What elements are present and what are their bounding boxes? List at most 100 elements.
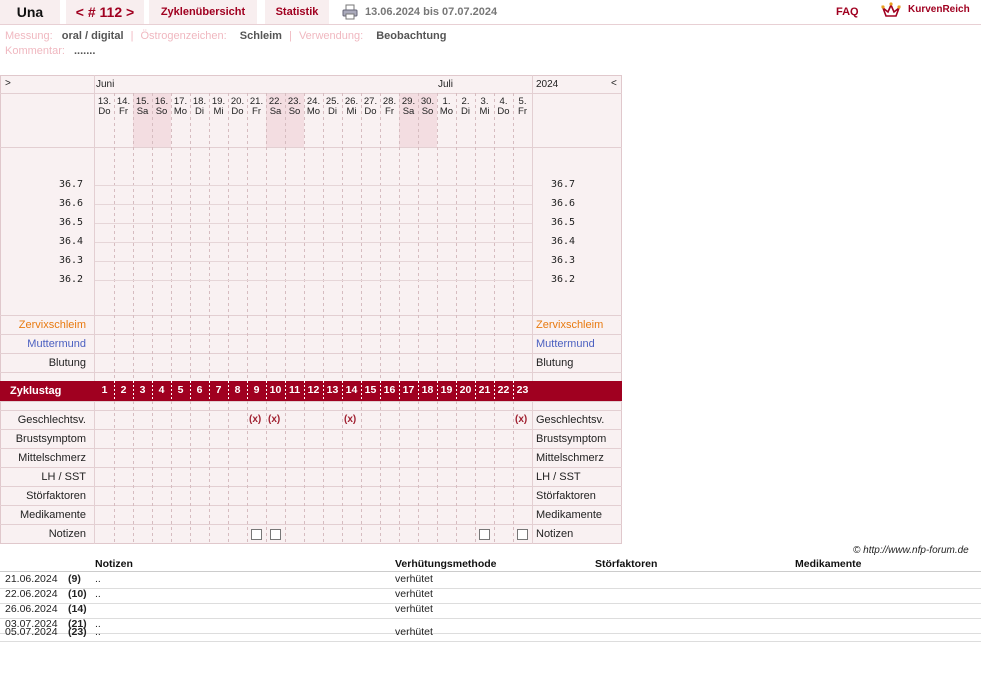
zyklustag-number: 11 [288,384,301,396]
day-weekday: Di [195,106,204,117]
zyklustag-number: 5 [177,384,184,396]
zyklustag-number: 23 [516,384,529,396]
zyklustag-number: 12 [307,384,320,396]
temperature-label-right: 36.7 [551,179,576,190]
day-weekday: Mo [439,106,454,117]
day-weekday: Fr [119,106,128,117]
zyklustag-number: 3 [139,384,146,396]
messung-label: Messung: [5,30,53,42]
temperature-label-left: 36.4 [59,236,84,247]
cycle-navigator[interactable]: < # 112 > [66,0,144,24]
note-icon[interactable] [517,529,528,540]
printer-icon[interactable] [342,4,358,20]
row-label-muttermund: Muttermund [27,338,86,350]
row-cycle-day: (9) [68,573,81,585]
zyklustag-number: 8 [234,384,241,396]
zyklustag-number: 20 [459,384,472,396]
col-header-notizen: Notizen [95,558,133,570]
day-weekday: Mi [213,106,224,117]
day-weekday: Mi [346,106,357,117]
zyklustag-number: 19 [440,384,453,396]
row-cycle-day: (14) [68,603,87,615]
zyklustag-number: 9 [253,384,260,396]
logo-text: KurvenReich [908,4,970,15]
tab-zyklenuebersicht[interactable]: Zyklenübersicht [149,0,257,24]
year-label: 2024 [536,79,559,90]
day-weekday: So [155,106,168,117]
day-weekday: Do [497,106,510,117]
row-date: 22.06.2024 [5,588,58,600]
user-name: Una [0,0,60,24]
chart-grid-lines [0,75,622,544]
zyklustag-number: 15 [364,384,377,396]
day-weekday: Sa [269,106,282,117]
messung-value: oral / digital [61,30,124,42]
day-weekday: Fr [518,106,527,117]
row-label-bottom: Medikamente [19,509,86,521]
day-weekday: Mo [306,106,321,117]
nav-next-button[interactable]: < [611,78,617,89]
copyright-text: © http://www.nfp-forum.de [853,545,969,556]
day-weekday: So [288,106,301,117]
zyklustag-number: 1 [101,384,108,396]
zyklustag-label: Zyklustag [10,385,62,397]
day-weekday: Sa [136,106,149,117]
col-header-verhuetung: Verhütungsmethode [395,558,497,570]
verwendung-value: Beobachtung [376,30,447,42]
intercourse-mark[interactable]: (x) [344,414,356,425]
tab-statistik[interactable]: Statistik [265,0,329,24]
row-label-blutung: Blutung [48,357,86,369]
separator: | [130,30,134,42]
row-label-bottom-right: Geschlechtsv. [536,414,605,426]
top-bar: Una < # 112 > Zyklenübersicht Statistik … [0,0,981,25]
oestrogen-value: Schleim [239,30,282,42]
temperature-label-left: 36.7 [59,179,84,190]
note-icon[interactable] [270,529,281,540]
row-method: verhütet [395,588,433,600]
temperature-label-right: 36.2 [551,274,576,285]
row-label-bottom: Notizen [48,528,86,540]
note-icon[interactable] [479,529,490,540]
row-label-right-zervixschleim: Zervixschleim [536,319,604,331]
row-label-bottom: Störfaktoren [26,490,86,502]
zyklustag-number: 13 [326,384,339,396]
temperature-label-left: 36.3 [59,255,84,266]
row-date: 05.07.2024 [5,626,58,638]
day-weekday: Mo [173,106,188,117]
day-weekday: Sa [402,106,415,117]
row-label-bottom-right: LH / SST [536,471,581,483]
row-note: .. [95,588,101,600]
col-header-stoerfaktoren: Störfaktoren [595,558,658,570]
row-label-bottom: LH / SST [41,471,86,483]
row-label-bottom-right: Mittelschmerz [536,452,604,464]
kurvenreich-logo[interactable]: KurvenReich [880,2,980,20]
kommentar-label: Kommentar: [5,45,65,57]
day-weekday: Di [461,106,470,117]
temperature-label-left: 36.6 [59,198,84,209]
cycle-chart: > Juni Juli 2024 < 13. Do 14. Fr 15. Sa 16. So 1… [0,75,622,544]
intercourse-mark[interactable]: (x) [268,414,280,425]
month-label-july: Juli [438,79,454,90]
row-date: 26.06.2024 [5,603,58,615]
zyklustag-number: 2 [120,384,127,396]
zyklustag-number: 18 [421,384,434,396]
day-weekday: Do [231,106,244,117]
row-note: .. [95,573,101,585]
separator: | [289,30,292,42]
day-weekday: Do [364,106,377,117]
row-label-bottom: Mittelschmerz [18,452,86,464]
temperature-label-left: 36.2 [59,274,84,285]
temperature-label-right: 36.4 [551,236,576,247]
date-range: 13.06.2024 bis 07.07.2024 [365,6,498,18]
day-weekday: Fr [385,106,394,117]
faq-link[interactable]: FAQ [836,6,859,18]
note-icon[interactable] [251,529,262,540]
day-weekday: Do [98,106,111,117]
day-weekday: Fr [252,106,261,117]
day-weekday: So [421,106,434,117]
intercourse-mark[interactable]: (x) [249,414,261,425]
intercourse-mark[interactable]: (x) [515,414,527,425]
row-label-bottom-right: Störfaktoren [536,490,596,502]
nav-prev-button[interactable]: > [5,78,11,89]
zyklustag-number: 10 [269,384,282,396]
